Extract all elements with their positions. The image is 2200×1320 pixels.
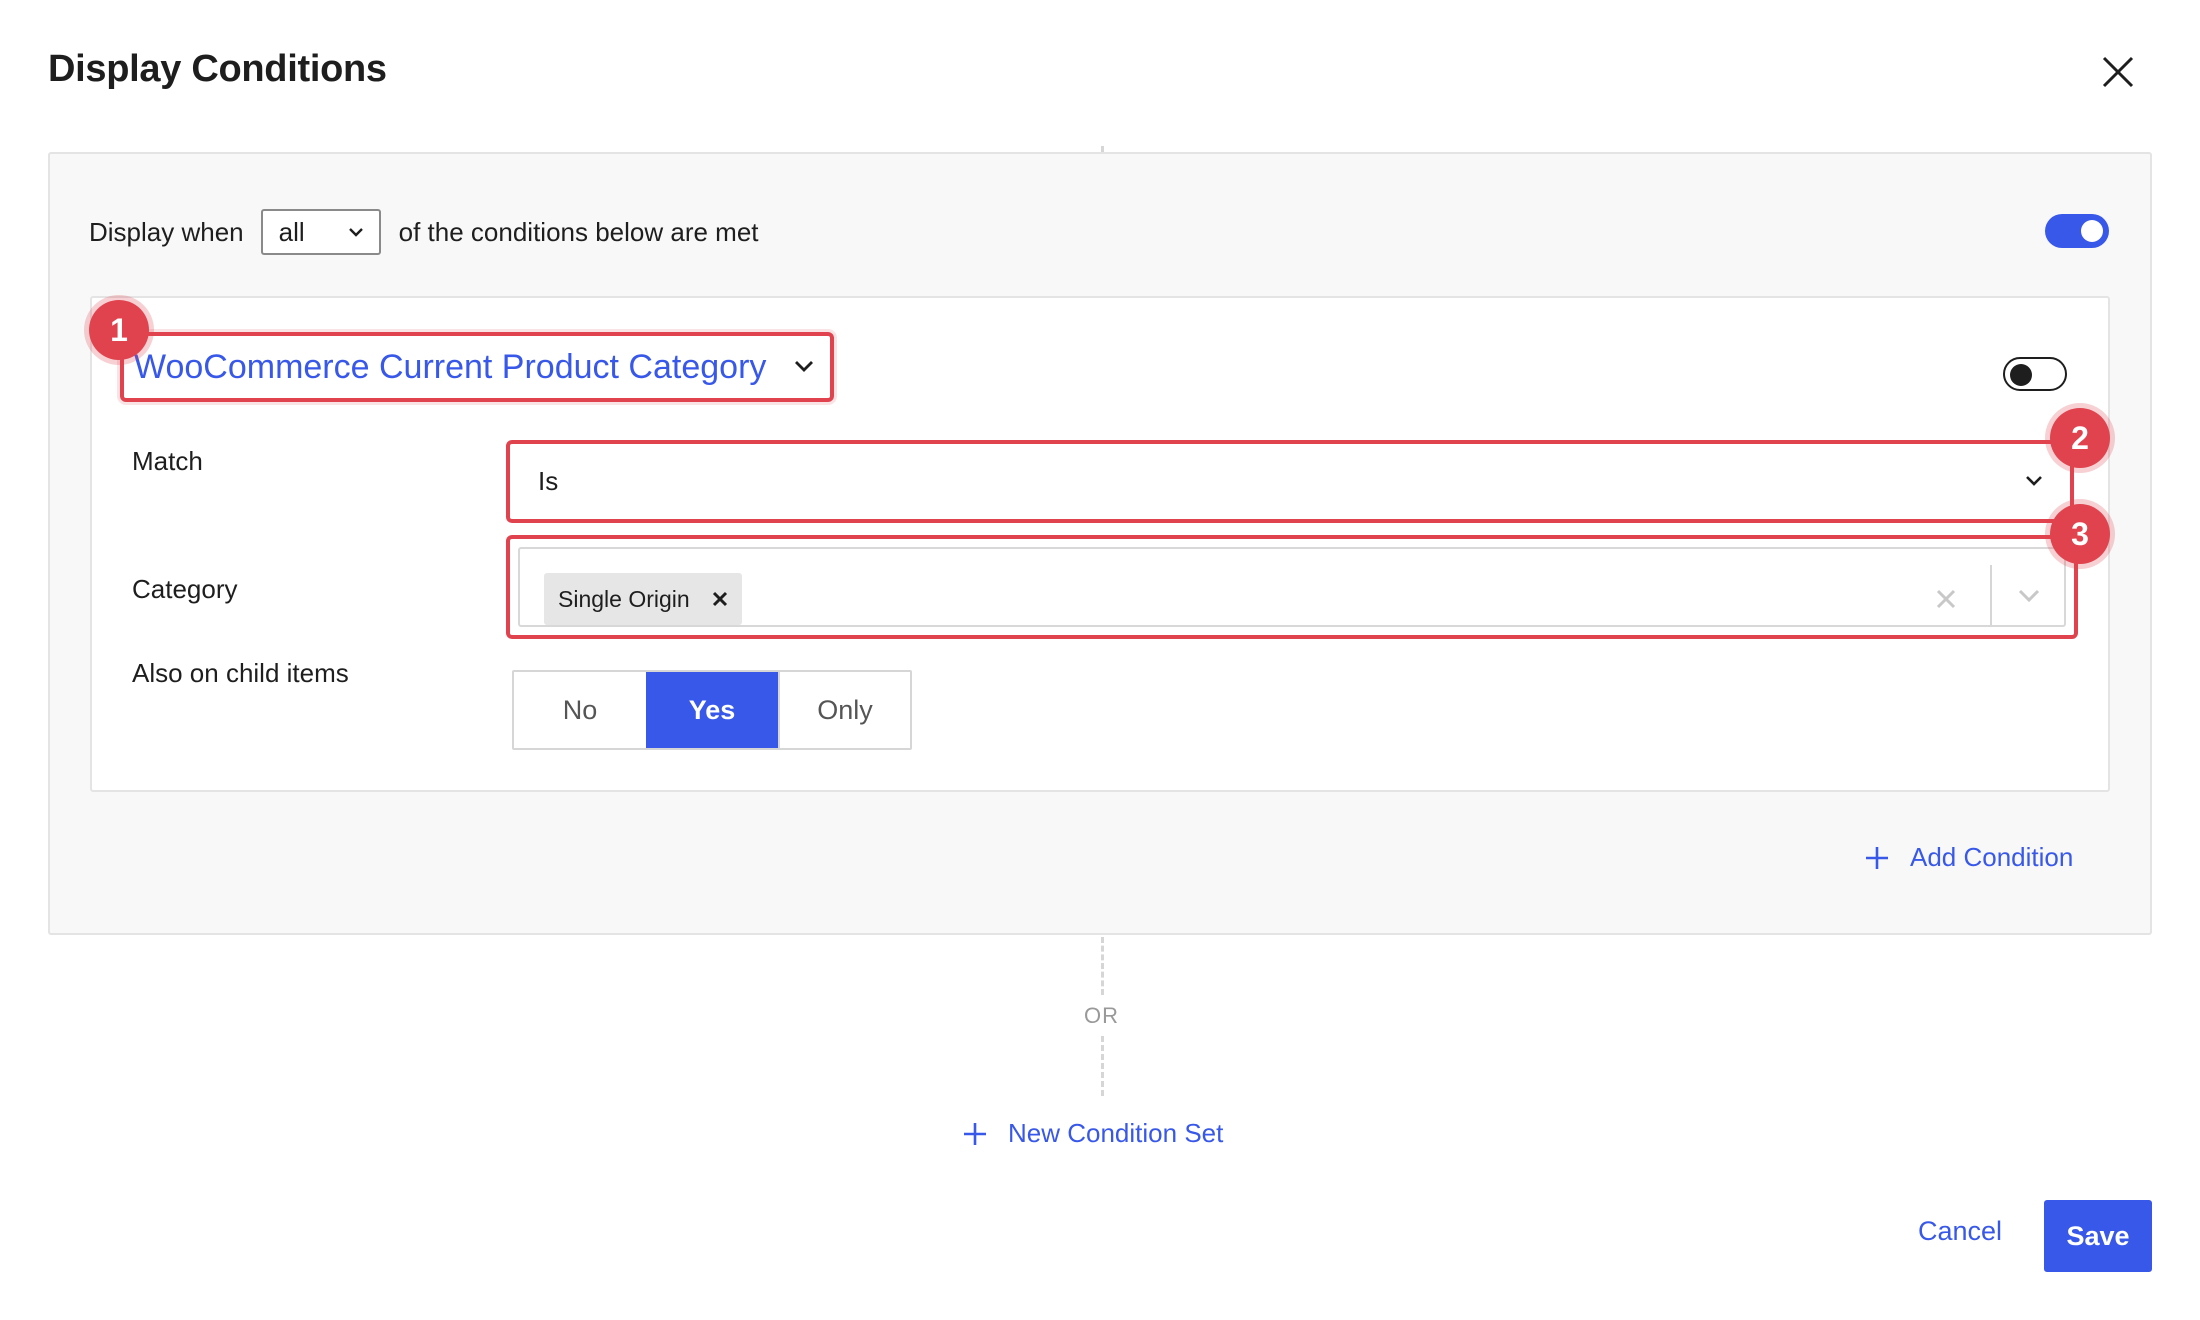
match-select[interactable]: Is <box>506 440 2074 523</box>
display-when-row: Display when all of the conditions below… <box>89 209 759 255</box>
match-label: Match <box>132 446 203 476</box>
condition-type-label: WooCommerce Current Product Category <box>134 347 767 386</box>
match-mode-select[interactable]: all <box>260 209 381 255</box>
or-label: OR <box>1084 1003 1119 1028</box>
category-input-box: Single Origin <box>518 547 2066 627</box>
add-condition-label: Add Condition <box>1910 842 2074 872</box>
toggle-knob <box>2081 220 2103 242</box>
child-option-only[interactable]: Only <box>778 672 910 748</box>
annotation-badge-1: 1 <box>89 300 149 360</box>
category-label: Category <box>132 574 238 604</box>
display-when-prefix: Display when <box>89 216 244 247</box>
annotation-badge-2: 2 <box>2050 408 2110 468</box>
connector-line-middle <box>1101 937 1104 995</box>
chevron-down-icon[interactable] <box>2016 587 2042 605</box>
condition-toggle[interactable] <box>2003 357 2067 391</box>
child-items-toggle-group: No Yes Only <box>512 670 912 750</box>
chevron-down-icon <box>795 361 813 372</box>
toggle-knob <box>2010 364 2032 386</box>
new-condition-set-button[interactable]: New Condition Set <box>962 1118 1223 1149</box>
indicator-separator <box>1990 565 1992 625</box>
category-chip-label: Single Origin <box>558 585 690 612</box>
category-chip: Single Origin <box>544 573 742 625</box>
close-button[interactable] <box>2094 48 2142 96</box>
match-value: Is <box>538 466 559 496</box>
plus-icon <box>1866 846 1888 869</box>
child-items-label: Also on child items <box>132 658 349 688</box>
chevron-down-icon <box>2026 476 2042 486</box>
save-button[interactable]: Save <box>2044 1200 2152 1272</box>
remove-chip-icon[interactable] <box>710 589 730 609</box>
child-option-yes[interactable]: Yes <box>646 672 778 748</box>
dialog-title: Display Conditions <box>48 48 387 90</box>
plus-icon <box>964 1122 986 1145</box>
condition-set-toggle[interactable] <box>2045 214 2109 248</box>
new-condition-set-label: New Condition Set <box>1008 1118 1224 1148</box>
annotation-badge-3: 3 <box>2050 504 2110 564</box>
display-conditions-dialog: Display Conditions Display when all of t… <box>0 0 2200 1320</box>
clear-all-icon[interactable] <box>1934 587 1958 611</box>
connector-line-bottom <box>1101 1036 1104 1096</box>
cancel-button[interactable]: Cancel <box>1918 1216 2002 1247</box>
condition-type-select[interactable]: WooCommerce Current Product Category <box>120 332 834 402</box>
chevron-down-icon <box>348 228 363 237</box>
add-condition-button[interactable]: Add Condition <box>1864 842 2073 873</box>
match-mode-value: all <box>278 216 305 247</box>
display-when-suffix: of the conditions below are met <box>398 216 759 247</box>
child-option-no[interactable]: No <box>514 672 646 748</box>
close-icon <box>2102 56 2134 88</box>
category-multiselect[interactable]: Single Origin <box>506 535 2078 639</box>
